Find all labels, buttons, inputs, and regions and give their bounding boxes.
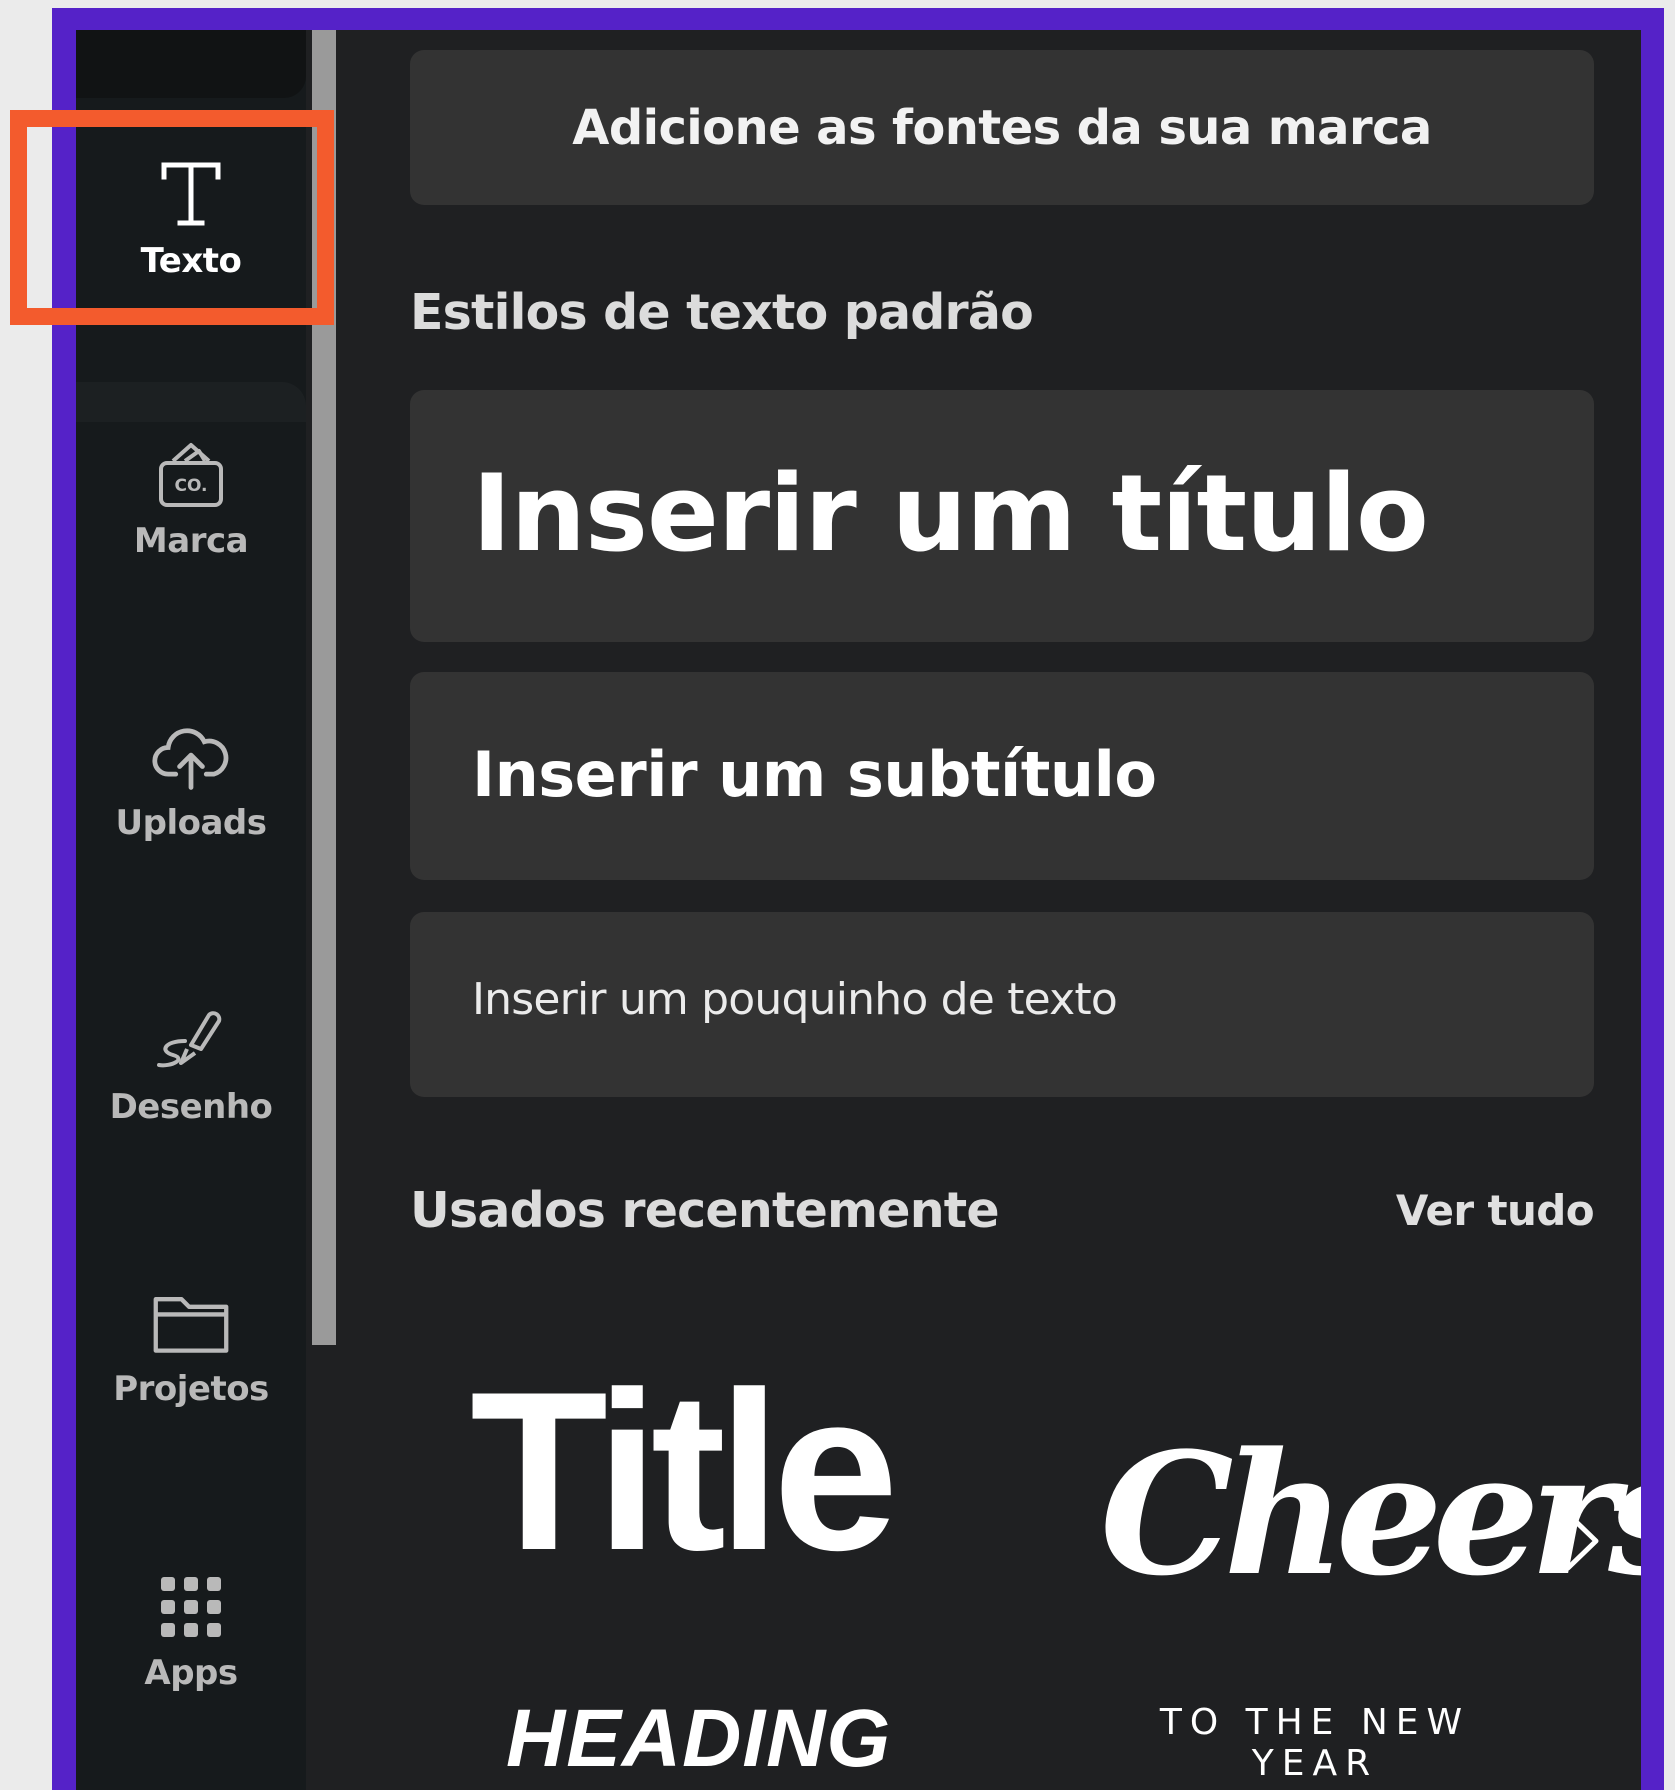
add-brand-fonts-label: Adicione as fontes da sua marca: [572, 99, 1432, 156]
add-subheading-label: Inserir um subtítulo: [472, 738, 1157, 811]
folder-icon: [151, 1283, 231, 1363]
recent-font-cheers-subtitle: TO THE NEW YEAR: [1159, 1702, 1471, 1784]
sidebar-item-texto[interactable]: Texto: [76, 118, 306, 318]
recent-font-heading[interactable]: HEADING: [506, 1698, 891, 1780]
sidebar-top-item: [76, 30, 306, 98]
add-body-text-label: Inserir um pouquinho de texto: [472, 974, 1118, 1025]
draw-icon: [151, 1001, 231, 1081]
add-subheading-button[interactable]: Inserir um subtítulo: [410, 672, 1594, 880]
editor-panel: Texto CO. Marca Uploads Desenho Projetos…: [76, 30, 1641, 1790]
add-heading-label: Inserir um título: [472, 452, 1429, 575]
sidebar-item-label: Desenho: [109, 1087, 273, 1127]
svg-text:CO.: CO.: [174, 476, 207, 496]
sidebar-item-label: Texto: [140, 241, 242, 281]
sidebar-item-apps[interactable]: Apps: [76, 1530, 306, 1730]
sidebar: Texto CO. Marca Uploads Desenho Projetos…: [76, 30, 306, 1790]
sidebar-item-uploads[interactable]: Uploads: [76, 680, 306, 880]
add-heading-button[interactable]: Inserir um título: [410, 390, 1594, 642]
sidebar-item-label: Marca: [133, 521, 249, 561]
add-body-text-button[interactable]: Inserir um pouquinho de texto: [410, 912, 1594, 1097]
purple-frame: Texto CO. Marca Uploads Desenho Projetos…: [52, 8, 1664, 1790]
sidebar-scrollbar[interactable]: [312, 30, 336, 1345]
sidebar-item-marca[interactable]: CO. Marca: [76, 398, 306, 598]
sidebar-item-projetos[interactable]: Projetos: [76, 1246, 306, 1446]
add-brand-fonts-button[interactable]: Adicione as fontes da sua marca: [410, 50, 1594, 205]
sidebar-item-label: Apps: [144, 1653, 238, 1693]
recent-font-title[interactable]: Title: [470, 1358, 898, 1584]
brand-icon: CO.: [151, 435, 231, 515]
recently-used-heading: Usados recentemente: [410, 1182, 1000, 1239]
default-styles-heading: Estilos de texto padrão: [410, 284, 1034, 341]
see-all-link[interactable]: Ver tudo: [1396, 1186, 1595, 1235]
sidebar-item-desenho[interactable]: Desenho: [76, 964, 306, 1164]
sidebar-item-label: Projetos: [113, 1369, 269, 1409]
text-icon: [151, 155, 231, 235]
cloud-upload-icon: [151, 717, 231, 797]
text-panel: Adicione as fontes da sua marca Estilos …: [410, 30, 1641, 1790]
apps-grid-icon: [151, 1567, 231, 1647]
chevron-right-icon[interactable]: [1558, 1506, 1606, 1576]
sidebar-item-label: Uploads: [115, 803, 267, 843]
